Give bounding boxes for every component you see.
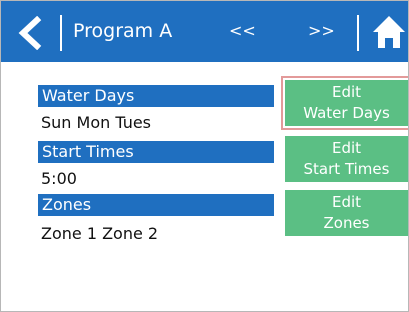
start-times-label: Start Times [38, 141, 274, 163]
page-title: Program A [73, 20, 173, 42]
zones-value: Zone 1 Zone 2 [41, 224, 159, 243]
edit-water-days-line1: Edit [331, 83, 362, 101]
edit-zones-line2: Zones [323, 214, 370, 232]
previous-program-button[interactable]: << [229, 20, 256, 42]
back-arrow-icon[interactable] [13, 16, 47, 50]
divider [357, 15, 359, 51]
divider [60, 15, 62, 51]
start-times-value: 5:00 [41, 169, 77, 188]
edit-zones-button[interactable]: Edit Zones [285, 190, 408, 236]
edit-zones-line1: Edit [331, 193, 362, 211]
edit-water-days-button[interactable]: Edit Water Days [281, 76, 408, 130]
edit-water-days-line2: Water Days [303, 104, 390, 122]
top-bar: Program A << >> [1, 1, 408, 62]
home-icon[interactable] [372, 14, 406, 50]
water-days-label: Water Days [38, 85, 274, 107]
edit-start-times-line1: Edit [331, 139, 362, 157]
edit-start-times-button[interactable]: Edit Start Times [285, 136, 408, 182]
screen-frame: Program A << >> Water Days Sun Mon Tues … [0, 0, 409, 312]
next-program-button[interactable]: >> [308, 20, 335, 42]
zones-label: Zones [38, 194, 274, 216]
edit-start-times-line2: Start Times [303, 160, 390, 178]
water-days-value: Sun Mon Tues [41, 113, 152, 132]
